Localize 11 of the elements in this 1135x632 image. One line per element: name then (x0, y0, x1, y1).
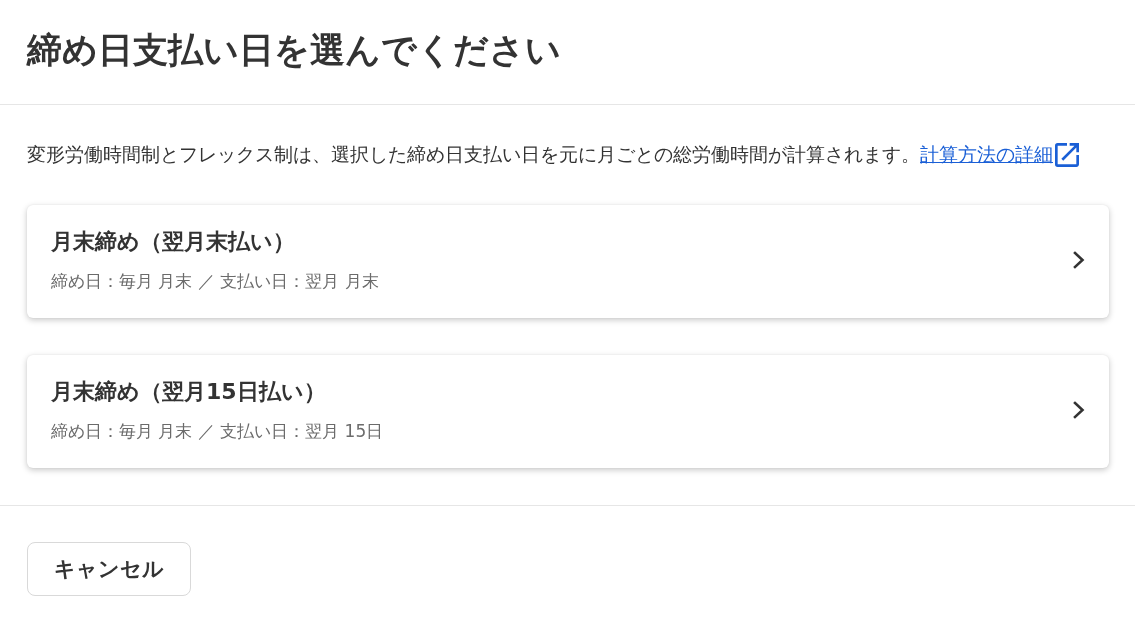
option-title: 月末締め（翌月15日払い） (51, 378, 326, 406)
dialog-title: 締め日支払い日を選んでください (27, 29, 561, 72)
option-detail: 締め日：毎月 月末 ／ 支払い日：翌月 月末 (51, 270, 379, 293)
option-detail: 締め日：毎月 月末 ／ 支払い日：翌月 15日 (51, 420, 384, 443)
option-card[interactable]: 月末締め（翌月末払い） 締め日：毎月 月末 ／ 支払い日：翌月 月末 (27, 205, 1109, 318)
option-title: 月末締め（翌月末払い） (51, 228, 295, 256)
external-link-icon (1055, 143, 1079, 167)
cancel-button[interactable]: キャンセル (27, 542, 191, 596)
chevron-right-icon (1073, 401, 1085, 419)
option-card[interactable]: 月末締め（翌月15日払い） 締め日：毎月 月末 ／ 支払い日：翌月 15日 (27, 355, 1109, 468)
chevron-right-icon (1073, 251, 1085, 269)
